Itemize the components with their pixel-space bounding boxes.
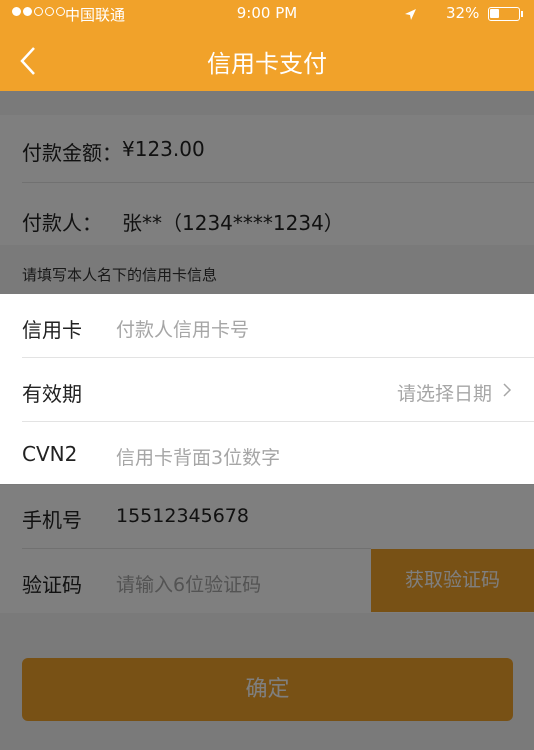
card-form-panel: 信用卡 付款人信用卡号 有效期 请选择日期 CVN2 信用卡背面3位数字 <box>0 294 534 484</box>
cvn-input[interactable]: 信用卡背面3位数字 <box>116 443 280 470</box>
card-number-label: 信用卡 <box>22 318 82 342</box>
divider <box>22 421 534 422</box>
divider <box>22 357 534 358</box>
battery-percent: 32% <box>446 4 480 22</box>
page-title: 信用卡支付 <box>207 50 327 78</box>
expiry-label: 有效期 <box>22 382 82 406</box>
status-bar: 中国联通 9:00 PM 32% <box>0 0 534 28</box>
header: 中国联通 9:00 PM 32% 信用卡支付 <box>0 0 534 91</box>
card-number-input[interactable]: 付款人信用卡号 <box>116 315 249 342</box>
chevron-right-icon[interactable] <box>502 382 512 398</box>
battery-icon <box>488 7 520 21</box>
expiry-select[interactable]: 请选择日期 <box>397 379 492 406</box>
cvn-label: CVN2 <box>22 442 78 466</box>
location-icon <box>405 9 416 20</box>
